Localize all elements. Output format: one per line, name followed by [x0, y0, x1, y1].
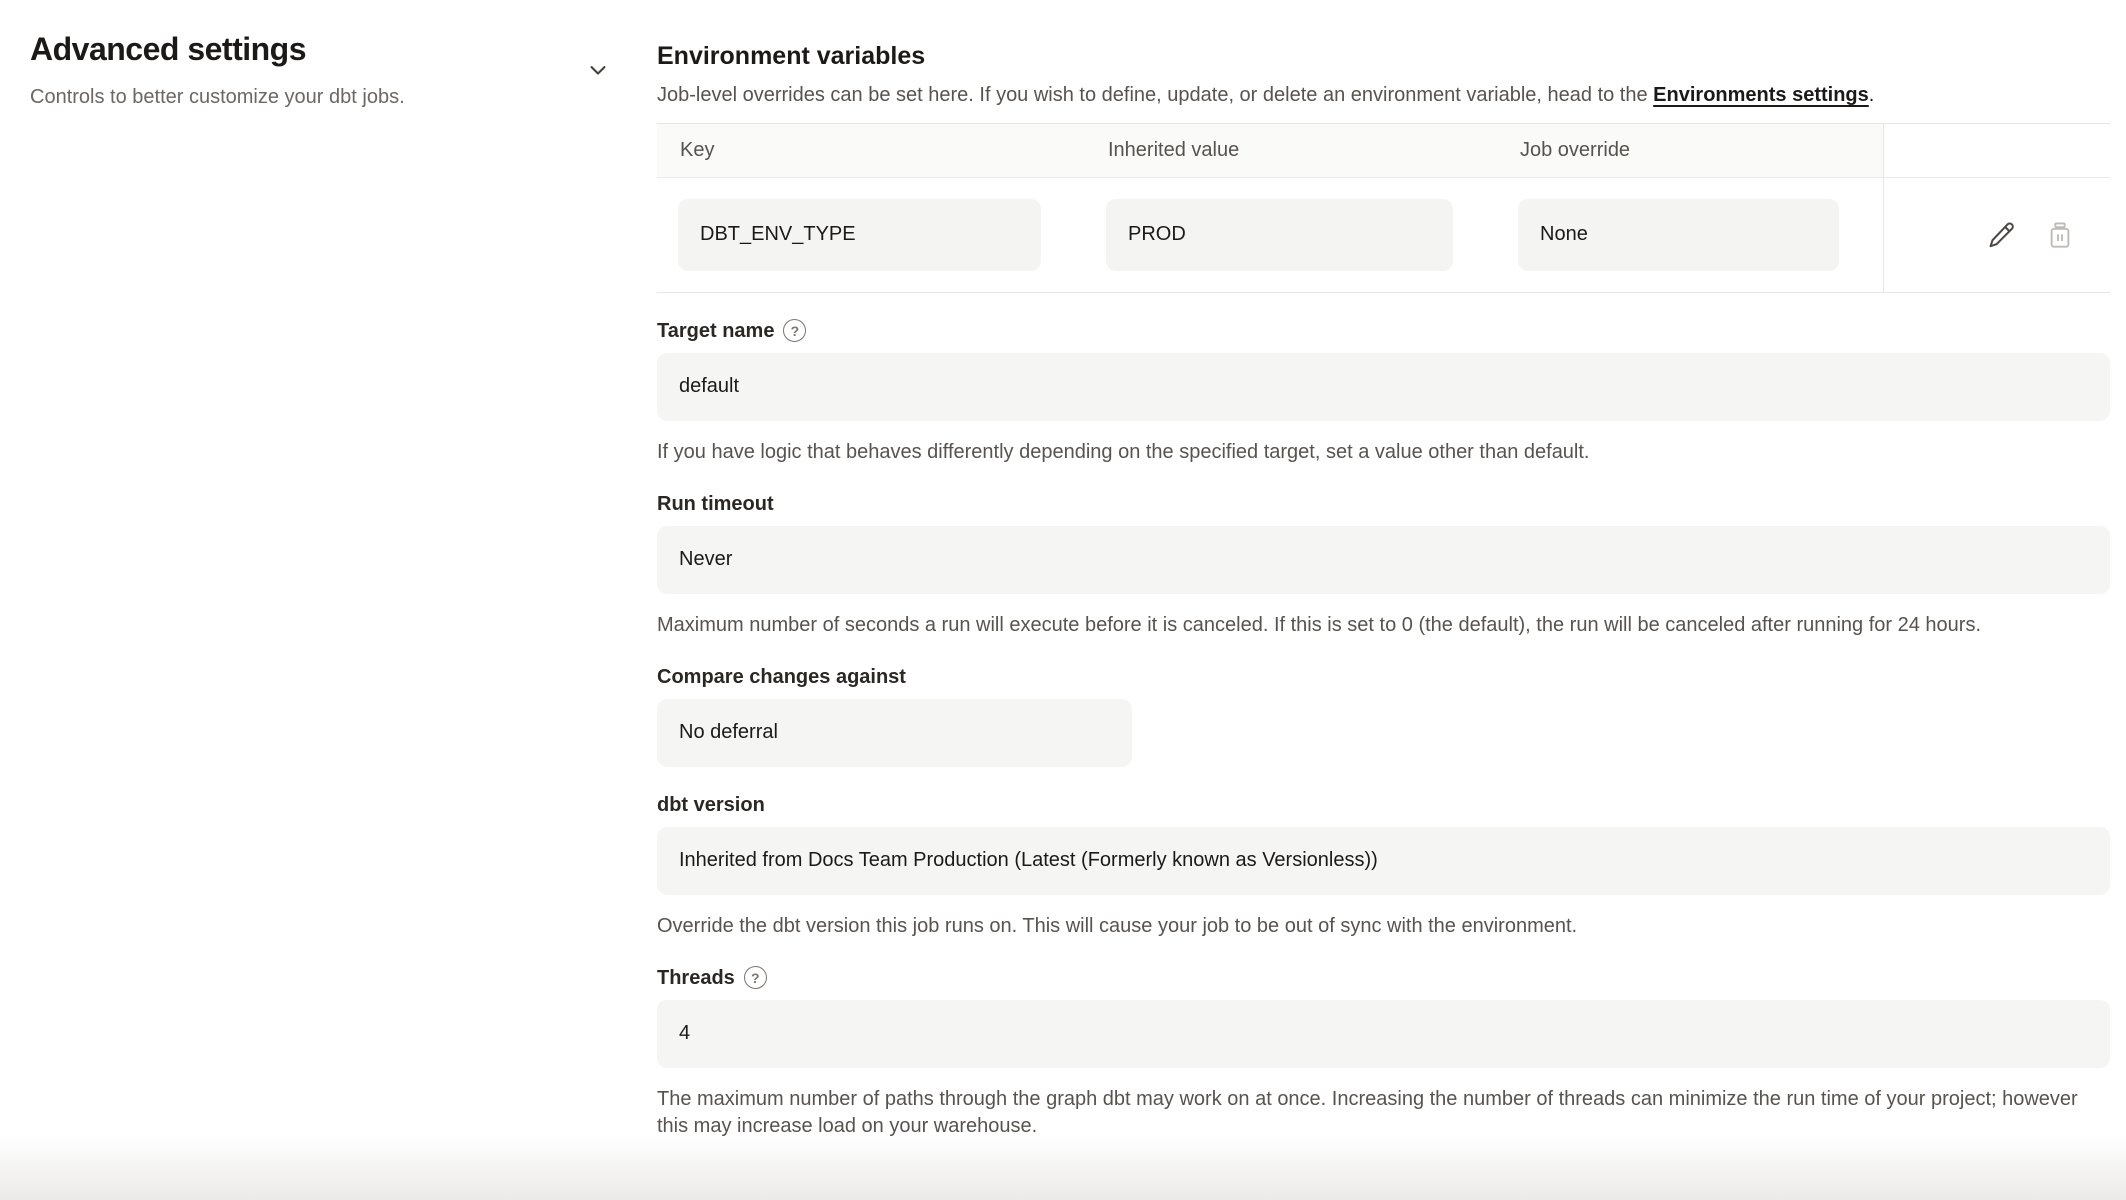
environments-settings-link[interactable]: Environments settings	[1653, 84, 1869, 106]
dbt-version-select[interactable]: Inherited from Docs Team Production (Lat…	[657, 827, 2110, 895]
threads-label-text: Threads	[657, 966, 735, 990]
page-title: Advanced settings	[30, 33, 405, 65]
delete-env-var-button[interactable]	[2042, 217, 2078, 253]
target-name-label-text: Target name	[657, 319, 774, 343]
column-header-inherited-value: Inherited value	[1085, 124, 1497, 177]
column-header-key: Key	[657, 124, 1085, 177]
section-info-panel: Advanced settings Controls to better cus…	[0, 0, 657, 1200]
compare-changes-select[interactable]: No deferral	[657, 699, 1132, 767]
env-var-job-override-value: None	[1518, 199, 1839, 271]
env-vars-heading: Environment variables	[657, 42, 2110, 71]
dbt-version-label: dbt version	[657, 793, 2110, 817]
threads-helper: The maximum number of paths through the …	[657, 1086, 2110, 1140]
target-name-label: Target name ?	[657, 319, 2110, 343]
help-icon[interactable]: ?	[744, 966, 767, 989]
env-var-inherited-value: PROD	[1106, 199, 1453, 271]
trash-icon	[2045, 219, 2075, 251]
env-var-key-cell: DBT_ENV_TYPE	[657, 178, 1085, 292]
env-var-override-cell: None	[1497, 178, 1883, 292]
page-subtitle: Controls to better customize your dbt jo…	[30, 84, 405, 110]
section-info-text: Advanced settings Controls to better cus…	[30, 33, 405, 110]
env-vars-description-period: .	[1869, 84, 1875, 106]
advanced-settings-page: Advanced settings Controls to better cus…	[0, 0, 2126, 1200]
column-header-actions	[1883, 124, 2110, 177]
dbt-version-helper: Override the dbt version this job runs o…	[657, 913, 2110, 940]
column-header-job-override: Job override	[1497, 124, 1883, 177]
env-vars-description: Job-level overrides can be set here. If …	[657, 82, 2110, 108]
target-name-input[interactable]: default	[657, 353, 2110, 421]
threads-input[interactable]: 4	[657, 1000, 2110, 1068]
help-icon[interactable]: ?	[783, 319, 806, 342]
dbt-version-label-text: dbt version	[657, 793, 765, 817]
env-vars-table-header: Key Inherited value Job override	[657, 124, 2110, 178]
env-var-actions-cell	[1883, 178, 2110, 292]
env-vars-table: Key Inherited value Job override DBT_ENV…	[657, 123, 2110, 293]
compare-changes-label-text: Compare changes against	[657, 665, 906, 689]
advanced-settings-form: Environment variables Job-level override…	[657, 0, 2126, 1200]
field-dbt-version: dbt version Inherited from Docs Team Pro…	[657, 793, 2110, 940]
collapse-section-button[interactable]	[583, 55, 613, 85]
field-target-name: Target name ? default If you have logic …	[657, 319, 2110, 466]
pencil-icon	[1986, 219, 2018, 251]
chevron-down-icon	[584, 56, 612, 84]
run-timeout-input[interactable]: Never	[657, 526, 2110, 594]
compare-changes-label: Compare changes against	[657, 665, 2110, 689]
target-name-helper: If you have logic that behaves different…	[657, 439, 2110, 466]
run-timeout-helper: Maximum number of seconds a run will exe…	[657, 612, 2110, 639]
run-timeout-label-text: Run timeout	[657, 492, 774, 516]
field-run-timeout: Run timeout Never Maximum number of seco…	[657, 492, 2110, 639]
env-var-table-row: DBT_ENV_TYPE PROD None	[657, 178, 2110, 292]
threads-label: Threads ?	[657, 966, 2110, 990]
field-compare-changes: Compare changes against No deferral	[657, 665, 2110, 767]
env-vars-description-text: Job-level overrides can be set here. If …	[657, 84, 1653, 106]
edit-env-var-button[interactable]	[1984, 217, 2020, 253]
env-var-inherited-cell: PROD	[1085, 178, 1497, 292]
env-var-key-value: DBT_ENV_TYPE	[678, 199, 1041, 271]
run-timeout-label: Run timeout	[657, 492, 2110, 516]
field-threads: Threads ? 4 The maximum number of paths …	[657, 966, 2110, 1140]
